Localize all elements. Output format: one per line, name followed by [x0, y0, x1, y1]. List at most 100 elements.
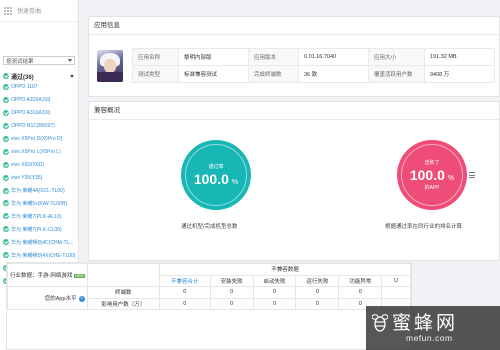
sidebar-device-item[interactable]: OPPO R1C(R8207)	[0, 120, 78, 133]
sidebar-device-item[interactable]: 华为 荣耀畅玩4X(CHE-TL00)	[0, 249, 78, 262]
check-circle-icon	[3, 226, 9, 233]
sidebar-device-label: vivo Y35(Y35)	[11, 174, 43, 181]
sidebar-device-label: OPPO A31t(A31t)	[11, 110, 51, 117]
table-cell: 黎明内部版	[178, 48, 249, 66]
watermark-cn: 蜜蜂网	[392, 313, 459, 334]
col-install-fail: 安装失败	[209, 274, 254, 287]
beat-caption: 根据通过率在同行业的排名计算	[385, 224, 463, 230]
col-run-fail: 运行失败	[295, 274, 340, 287]
sidebar-device-label: vivo X5Pro L(X5Pro L)	[11, 148, 61, 155]
check-circle-icon	[3, 84, 9, 91]
check-circle-icon	[3, 213, 9, 220]
table-cell: 0	[209, 286, 254, 299]
industry-label: 行业数据：手游-网络游戏	[10, 273, 73, 279]
pass-rate-caption: 通过机型/完成机型总数	[181, 224, 238, 230]
sidebar-device-item[interactable]: vivo X5Pro D(X5Pro D)	[0, 133, 78, 146]
sidebar-device-label: OPPO A31t(A31t)	[11, 97, 51, 104]
table-cell: 0	[252, 297, 297, 310]
filter-select[interactable]: 按测试结果	[3, 56, 75, 65]
sidebar-device-label: 华为 荣耀畅玩4X(CHE-TL00)	[11, 252, 76, 259]
chevron-down-icon	[70, 74, 74, 78]
sidebar-device-item[interactable]: vivo X6D(X6D)	[0, 158, 78, 171]
table-cell: 0	[295, 286, 340, 299]
col-launch-fail: 启动失败	[252, 274, 297, 287]
sidebar-device-item[interactable]: 华为 荣耀7(PLK-AL10)	[0, 210, 78, 223]
grid-icon	[4, 6, 12, 15]
col-u: U	[381, 274, 411, 287]
menu-icon[interactable]	[469, 172, 475, 180]
compat-overview-panel: 兼容概况 通过率 100.0% 通过机型/完成机型总数 击败了 100.0% 的…	[88, 101, 500, 261]
bee-logo-icon	[372, 314, 388, 332]
incompat-header: 不兼容数据	[158, 263, 411, 276]
check-circle-icon	[3, 136, 9, 142]
table-cell: 完成终端数	[248, 65, 299, 83]
table-cell: 标准兼容测试	[178, 65, 249, 83]
help-icon[interactable]: ?	[78, 295, 85, 302]
quick-label: 快速卷曲	[17, 9, 42, 15]
table-cell: 36 款	[298, 65, 369, 83]
check-circle-icon	[3, 97, 9, 104]
row-label: 终端数	[86, 286, 160, 299]
compat-title: 兼容概况	[89, 102, 499, 120]
sidebar-device-label: 华为 荣耀5x(KIW-TL00H)	[11, 200, 68, 207]
table-cell: 0.01.16.7040	[298, 48, 369, 66]
table-cell: 应用名称	[132, 48, 179, 66]
sidebar-device-item[interactable]: OPPO 1107	[0, 81, 78, 94]
sidebar-device-item[interactable]: vivo Y35(Y35)	[0, 171, 78, 184]
check-circle-icon	[3, 252, 9, 259]
app-info-panel: 应用信息 应用名称 黎明内部版 应用版本 0.01.16.7040 应用大小 1…	[88, 16, 500, 97]
check-circle-icon	[3, 123, 9, 130]
my-level-cell: 您的App水平?	[7, 286, 88, 310]
check-circle-icon	[3, 73, 9, 79]
filter-select-value: 按测试结果	[6, 58, 34, 65]
sidebar-device-item[interactable]: 华为 荣耀7(PLK-CL00)	[0, 223, 78, 236]
pass-rate-ring: 通过率 100.0%	[181, 140, 251, 210]
table-cell: 0	[209, 297, 254, 310]
col-func-error: 功能异常	[338, 274, 383, 287]
table-cell: 0	[338, 286, 383, 299]
table-cell: 应用大小	[368, 48, 425, 66]
table-row: 应用名称 黎明内部版 应用版本 0.01.16.7040 应用大小 191.32…	[132, 48, 495, 66]
check-circle-icon	[3, 187, 9, 194]
check-circle-icon	[3, 200, 9, 207]
sidebar-device-item[interactable]: OPPO A31t(A31t)	[0, 107, 78, 120]
sidebar-device-item[interactable]: OPPO A31t(A31t)	[0, 94, 78, 107]
check-circle-icon	[3, 110, 9, 117]
industry-cell: 行业数据：手游-网络游戏 NEW	[7, 263, 88, 287]
table-cell: 0	[252, 286, 297, 299]
device-group-label: 通过(36)	[11, 74, 34, 81]
table-cell: 测试类型	[132, 65, 179, 83]
col-incompat-total[interactable]: 不兼容合计	[158, 274, 211, 287]
sidebar-device-label: vivo X6D(X6D)	[11, 161, 45, 168]
sidebar-device-label: 华为 荣耀7(PLK-CL00)	[11, 226, 62, 233]
sidebar-device-label: 华为 荣耀7(PLK-AL10)	[11, 213, 62, 220]
app-info-title: 应用信息	[89, 17, 499, 35]
my-level-label: 您的App水平	[44, 296, 77, 302]
quick-collapse-toggle[interactable]: 快速卷曲	[0, 0, 78, 22]
table-cell: 0	[295, 297, 340, 310]
table-cell	[381, 286, 411, 299]
sidebar-device-item[interactable]: 华为 荣耀畅玩4C(CHM-TL...	[0, 236, 78, 249]
sidebar-device-item[interactable]: vivo X5Pro L(X5Pro L)	[0, 145, 78, 158]
sidebar-device-label: vivo X5Pro D(X5Pro D)	[11, 136, 63, 142]
sidebar-device-item[interactable]: 华为 荣耀5x(KIW-TL00H)	[0, 197, 78, 210]
watermark-en: mefun.com	[406, 333, 453, 343]
table-cell: 应用版本	[248, 48, 299, 66]
industry-stats-panel: 行业数据：手游-网络游戏 NEW 不兼容数据 不兼容合计 安装失败 启动失败 运行…	[6, 262, 412, 350]
sidebar-device-item[interactable]: 华为 荣耀4A(SCL-TL00)	[0, 184, 78, 197]
check-circle-icon	[3, 148, 9, 155]
sidebar-device-label: OPPO 1107	[11, 84, 38, 91]
row-label: 影响用户数（万）	[86, 297, 160, 310]
check-circle-icon	[3, 239, 9, 246]
check-circle-icon	[3, 161, 9, 168]
check-circle-icon	[3, 174, 9, 181]
sidebar-device-label: 华为 荣耀畅玩4C(CHM-TL...	[11, 239, 74, 246]
industry-stats-table: 行业数据：手游-网络游戏 NEW 不兼容数据 不兼容合计 安装失败 启动失败 运行…	[7, 263, 411, 310]
table-cell: 191.32 MB	[424, 48, 495, 66]
beat-ring: 击败了 100.0% 的APP	[397, 140, 467, 210]
table-cell: 0	[158, 297, 211, 310]
app-info-table: 应用名称 黎明内部版 应用版本 0.01.16.7040 应用大小 191.32…	[132, 48, 495, 83]
device-group-passed[interactable]: 通过(36)	[0, 71, 78, 81]
table-cell: 9408 万	[424, 65, 495, 83]
table-cell: 覆盖活跃用户数	[368, 65, 425, 83]
